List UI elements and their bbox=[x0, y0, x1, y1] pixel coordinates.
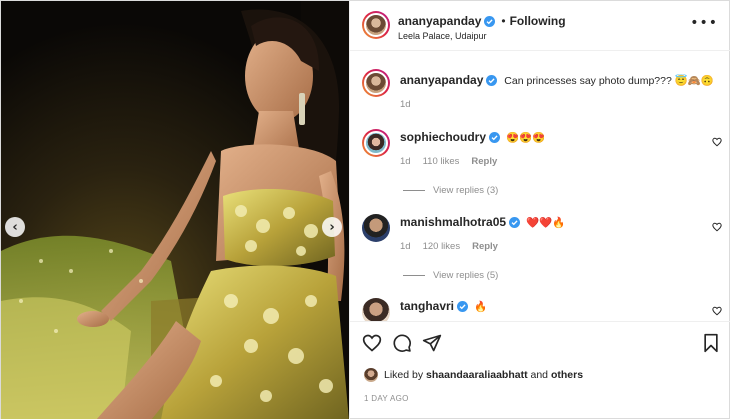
view-replies-label: View replies (3) bbox=[433, 185, 499, 196]
previous-photo-button[interactable]: ‹ bbox=[5, 217, 25, 237]
comment-text: ❤️❤️🔥 bbox=[525, 217, 566, 229]
replies-divider bbox=[403, 190, 425, 191]
liked-by: Liked by shaandaaraliaabhatt and others bbox=[364, 368, 583, 382]
post-header: ananyapanday • Following Leela Palace, U… bbox=[350, 1, 730, 51]
liked-by-user[interactable]: shaandaaraliaabhatt bbox=[426, 369, 528, 381]
caption-avatar[interactable] bbox=[362, 69, 390, 97]
liker-avatar[interactable] bbox=[364, 368, 378, 382]
heart-icon[interactable] bbox=[712, 306, 722, 316]
share-icon[interactable] bbox=[422, 333, 442, 353]
comment-username[interactable]: manishmalhotra05 bbox=[400, 215, 506, 229]
caption-age[interactable]: 1d bbox=[400, 99, 411, 110]
liked-by-and: and bbox=[530, 369, 549, 381]
separator-dot: • bbox=[501, 14, 506, 28]
next-photo-button[interactable]: › bbox=[322, 217, 342, 237]
view-replies-label: View replies (5) bbox=[433, 270, 499, 281]
comment-avatar[interactable] bbox=[362, 214, 390, 242]
replies-divider bbox=[403, 275, 425, 276]
comments-list: ananyapanday Can princesses say photo du… bbox=[350, 51, 730, 321]
posted-time[interactable]: 1 DAY AGO bbox=[364, 394, 409, 403]
verified-icon bbox=[484, 15, 496, 27]
bookmark-icon[interactable] bbox=[701, 333, 721, 353]
instagram-post: ‹ › ananyapanday • Following Leela Palac… bbox=[0, 0, 730, 419]
author-line: ananyapanday • Following bbox=[398, 14, 566, 28]
verified-icon bbox=[489, 132, 501, 143]
view-replies-button[interactable]: View replies (5) bbox=[403, 270, 498, 281]
comment-likes[interactable]: 120 likes bbox=[423, 241, 461, 252]
comment-username[interactable]: tanghavri bbox=[400, 299, 454, 313]
comment-body: tanghavri 🔥 bbox=[400, 299, 487, 314]
post-actions: Liked by shaandaaraliaabhatt and others … bbox=[350, 321, 730, 419]
verified-icon bbox=[509, 217, 521, 228]
post-photo[interactable]: ‹ › bbox=[1, 1, 349, 419]
heart-icon[interactable] bbox=[712, 222, 722, 232]
chevron-left-icon: ‹ bbox=[12, 219, 18, 235]
comment-body: manishmalhotra05 ❤️❤️🔥 bbox=[400, 215, 565, 230]
caption-body: ananyapanday Can princesses say photo du… bbox=[400, 73, 714, 88]
comment-text: 🔥 bbox=[473, 301, 488, 313]
heart-icon[interactable] bbox=[712, 137, 722, 147]
comment-username[interactable]: sophiechoudry bbox=[400, 130, 486, 144]
liked-by-prefix: Liked by bbox=[384, 369, 424, 381]
view-replies-button[interactable]: View replies (3) bbox=[403, 185, 498, 196]
author-username[interactable]: ananyapanday bbox=[398, 14, 481, 28]
comment-age[interactable]: 1d bbox=[400, 241, 411, 252]
comment-likes[interactable]: 110 likes bbox=[423, 156, 460, 167]
reply-button[interactable]: Reply bbox=[471, 156, 497, 167]
comment-text: 😍😍😍 bbox=[505, 132, 546, 144]
following-button[interactable]: Following bbox=[510, 14, 566, 28]
location-link[interactable]: Leela Palace, Udaipur bbox=[398, 31, 487, 41]
photo-illustration bbox=[1, 1, 349, 419]
chevron-right-icon: › bbox=[329, 219, 335, 235]
caption-username[interactable]: ananyapanday bbox=[400, 73, 483, 87]
author-avatar[interactable] bbox=[362, 11, 390, 39]
verified-icon bbox=[486, 75, 498, 86]
verified-icon bbox=[457, 301, 469, 312]
comment-avatar[interactable] bbox=[362, 129, 390, 157]
comment-meta: 1d 120 likes Reply bbox=[400, 241, 498, 252]
liked-by-others[interactable]: others bbox=[551, 369, 583, 381]
more-icon[interactable]: ••• bbox=[690, 15, 718, 31]
comment-meta: 1d 110 likes Reply bbox=[400, 156, 497, 167]
comment-body: sophiechoudry 😍😍😍 bbox=[400, 130, 545, 145]
heart-icon[interactable] bbox=[362, 333, 382, 353]
caption-text: Can princesses say photo dump??? 😇🙈🙃 bbox=[504, 75, 714, 87]
reply-button[interactable]: Reply bbox=[472, 241, 498, 252]
comment-icon[interactable] bbox=[392, 333, 412, 353]
comment-age[interactable]: 1d bbox=[400, 156, 411, 167]
comment-avatar[interactable] bbox=[362, 298, 390, 321]
caption-meta: 1d bbox=[400, 99, 411, 110]
post-side-panel: ananyapanday • Following Leela Palace, U… bbox=[349, 1, 730, 419]
